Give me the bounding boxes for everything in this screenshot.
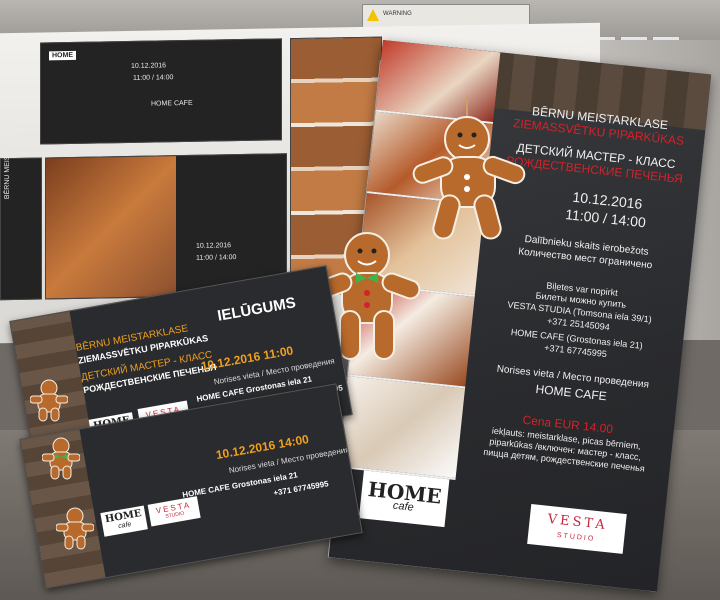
- roll-logo: HOME: [49, 50, 76, 61]
- gingerbread-man-icon: [30, 379, 68, 422]
- gingerbread-man-icon: [42, 437, 80, 480]
- roll-panel-edge: BĒRNU MEISTARKLASE: [0, 119, 42, 301]
- vesta-studio-logo: VESTA STUDIO: [147, 496, 201, 527]
- warning-icon: [367, 9, 379, 21]
- roll-photo: [46, 156, 176, 299]
- roll-time: 11:00 / 14:00: [133, 74, 174, 82]
- gingerbread-man-icon: [412, 95, 526, 240]
- roll-date: 10.12.2016: [196, 242, 232, 250]
- roll-panel: HOME 10.12.2016 11:00 / 14:00 HOME CAFE: [40, 38, 282, 145]
- home-cafe-logo: HOME cafe: [358, 470, 450, 528]
- vesta-studio-logo: VESTA STUDIO: [527, 504, 627, 554]
- children-photo: [338, 376, 466, 480]
- home-cafe-logo: HOME cafe: [100, 505, 148, 537]
- gingerbread-man-icon: [56, 507, 94, 550]
- roll-time: 11:00 / 14:00: [196, 254, 237, 262]
- roll-date: 10.12.2016: [131, 62, 167, 70]
- roll-venue: HOME CAFE: [151, 99, 193, 108]
- invitation-header: IELŪGUMS: [216, 294, 298, 325]
